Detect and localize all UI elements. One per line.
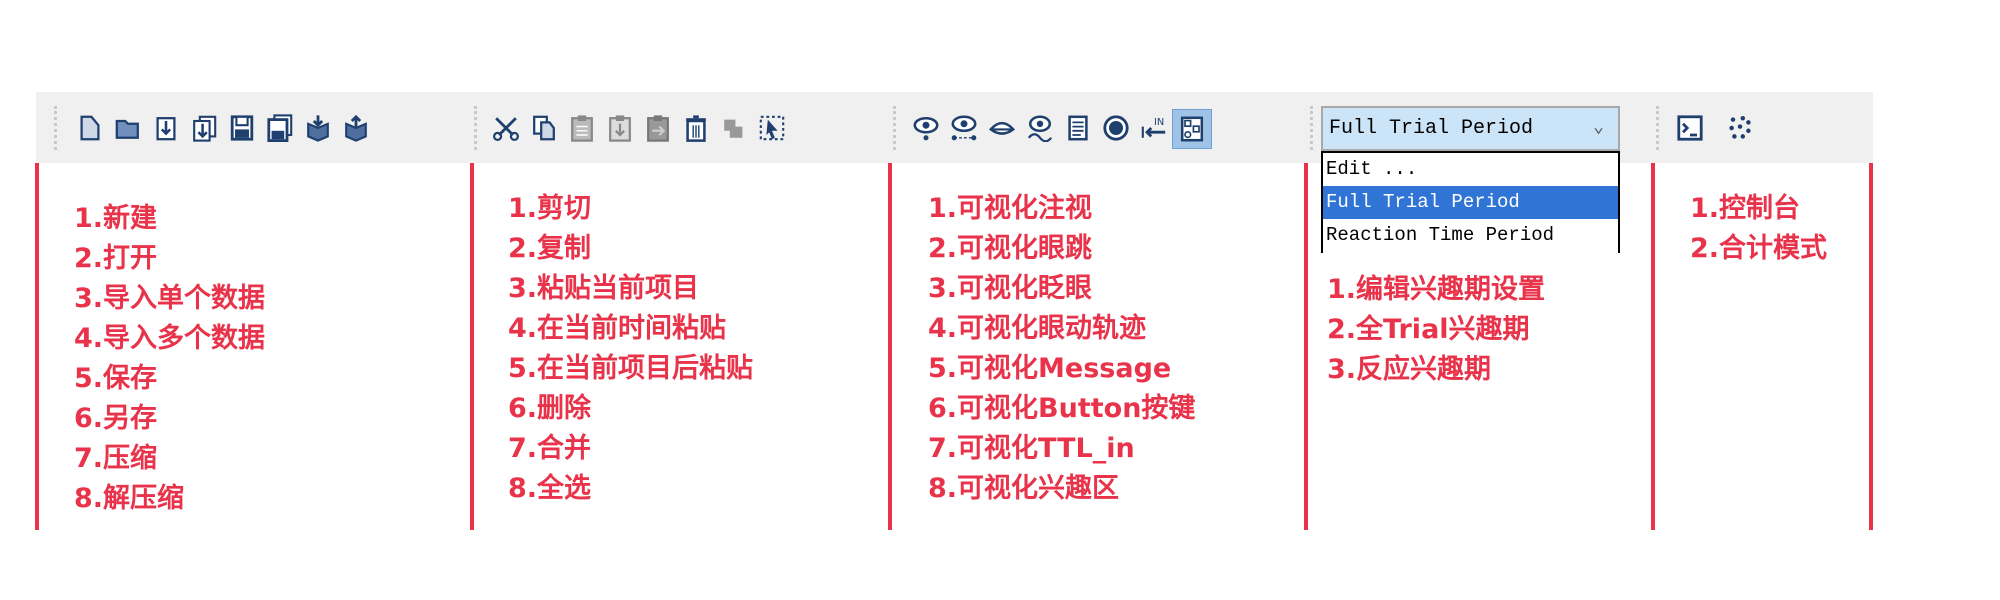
annotation: 3.导入单个数据 [74,283,266,314]
period-combo[interactable]: Full Trial Period ⌄ [1321,106,1620,151]
decompress-icon[interactable] [342,114,370,142]
annotation: 2.打开 [74,243,158,274]
annotation: 3.反应兴趣期 [1327,354,1492,385]
annotation: 2.合计模式 [1690,233,1828,264]
period-option-edit[interactable]: Edit ... [1323,153,1618,186]
interest-area-icon[interactable] [1172,109,1212,149]
new-file-icon[interactable] [76,114,104,142]
paste-icon [568,114,596,142]
period-dropdown-list: Edit ... Full Trial Period Reaction Time… [1321,151,1620,253]
paste-at-time-icon [606,114,634,142]
divider-line [470,163,474,530]
annotation: 1.剪切 [508,193,592,224]
paste-after-icon [644,114,672,142]
button-icon[interactable] [1102,114,1130,142]
select-all-icon[interactable] [758,114,786,142]
copy-icon[interactable] [530,114,558,142]
annotation: 1.控制台 [1690,193,1801,224]
annotation: 3.可视化眨眼 [928,273,1093,304]
annotation: 1.编辑兴趣期设置 [1327,274,1546,305]
annotation: 3.粘贴当前项目 [508,273,700,304]
annotation: 2.可视化眼跳 [928,233,1093,264]
divider-line [35,163,39,530]
toolbar-grip[interactable] [1656,106,1659,150]
annotation: 4.导入多个数据 [74,323,266,354]
annotation: 1.可视化注视 [928,193,1093,224]
import-multiple-icon[interactable] [190,114,218,142]
ttl-in-label: IN [1154,117,1164,128]
cut-icon[interactable] [492,114,520,142]
annotation: 2.复制 [508,233,592,264]
annotation: 1.新建 [74,203,158,234]
annotation: 4.可视化眼动轨迹 [928,313,1147,344]
fixation-icon[interactable] [912,114,940,142]
import-single-icon[interactable] [152,114,180,142]
file-annotations: 1.新建 2.打开 3.导入单个数据 4.导入多个数据 5.保存 6.另存 7.… [74,199,265,519]
annotation: 5.可视化Message [928,353,1172,384]
edit-annotations: 1.剪切 2.复制 3.粘贴当前项目 4.在当前时间粘贴 5.在当前项目后粘贴 … [508,189,753,509]
annotation: 7.合并 [508,433,592,464]
annotation: 8.解压缩 [74,483,185,514]
period-annotations: 1.编辑兴趣期设置 2.全Trial兴趣期 3.反应兴趣期 [1327,270,1545,390]
divider-line [888,163,892,530]
toolbar-grip[interactable] [893,106,896,150]
view-annotations: 1.可视化注视 2.可视化眼跳 3.可视化眨眼 4.可视化眼动轨迹 5.可视化M… [928,189,1195,509]
ttl-in-icon[interactable]: IN [1140,114,1168,142]
message-icon[interactable] [1064,114,1092,142]
divider-line [1304,163,1308,530]
annotation: 6.可视化Button按键 [928,393,1196,424]
merge-icon [720,114,748,142]
annotation: 8.可视化兴趣区 [928,473,1120,504]
compress-icon[interactable] [304,114,332,142]
open-folder-icon[interactable] [114,114,142,142]
annotation: 5.保存 [74,363,158,394]
annotation: 5.在当前项目后粘贴 [508,353,754,384]
annotation: 2.全Trial兴趣期 [1327,314,1530,345]
console-icon[interactable] [1676,114,1704,142]
toolbar-grip[interactable] [474,106,477,150]
aggregate-mode-icon[interactable] [1726,114,1754,142]
save-as-icon[interactable] [266,114,294,142]
annotation: 7.可视化TTL_in [928,433,1135,464]
save-icon[interactable] [228,114,256,142]
blink-icon[interactable] [988,114,1016,142]
toolbar-grip[interactable] [1310,106,1313,150]
saccade-icon[interactable] [950,114,978,142]
annotation: 8.全选 [508,473,592,504]
annotation: 7.压缩 [74,443,158,474]
divider-line [1869,163,1873,530]
chevron-down-icon[interactable]: ⌄ [1593,108,1604,149]
period-option-full-trial[interactable]: Full Trial Period [1323,186,1618,219]
divider-line [1651,163,1655,530]
period-combo-value: Full Trial Period [1329,117,1534,140]
annotation: 6.另存 [74,403,158,434]
delete-icon[interactable] [682,114,710,142]
annotation: 4.在当前时间粘贴 [508,313,727,344]
misc-annotations: 1.控制台 2.合计模式 [1690,189,1827,269]
toolbar-grip[interactable] [54,106,57,150]
eye-trace-icon[interactable] [1026,114,1054,142]
annotation: 6.删除 [508,393,592,424]
period-option-reaction-time[interactable]: Reaction Time Period [1323,219,1618,252]
